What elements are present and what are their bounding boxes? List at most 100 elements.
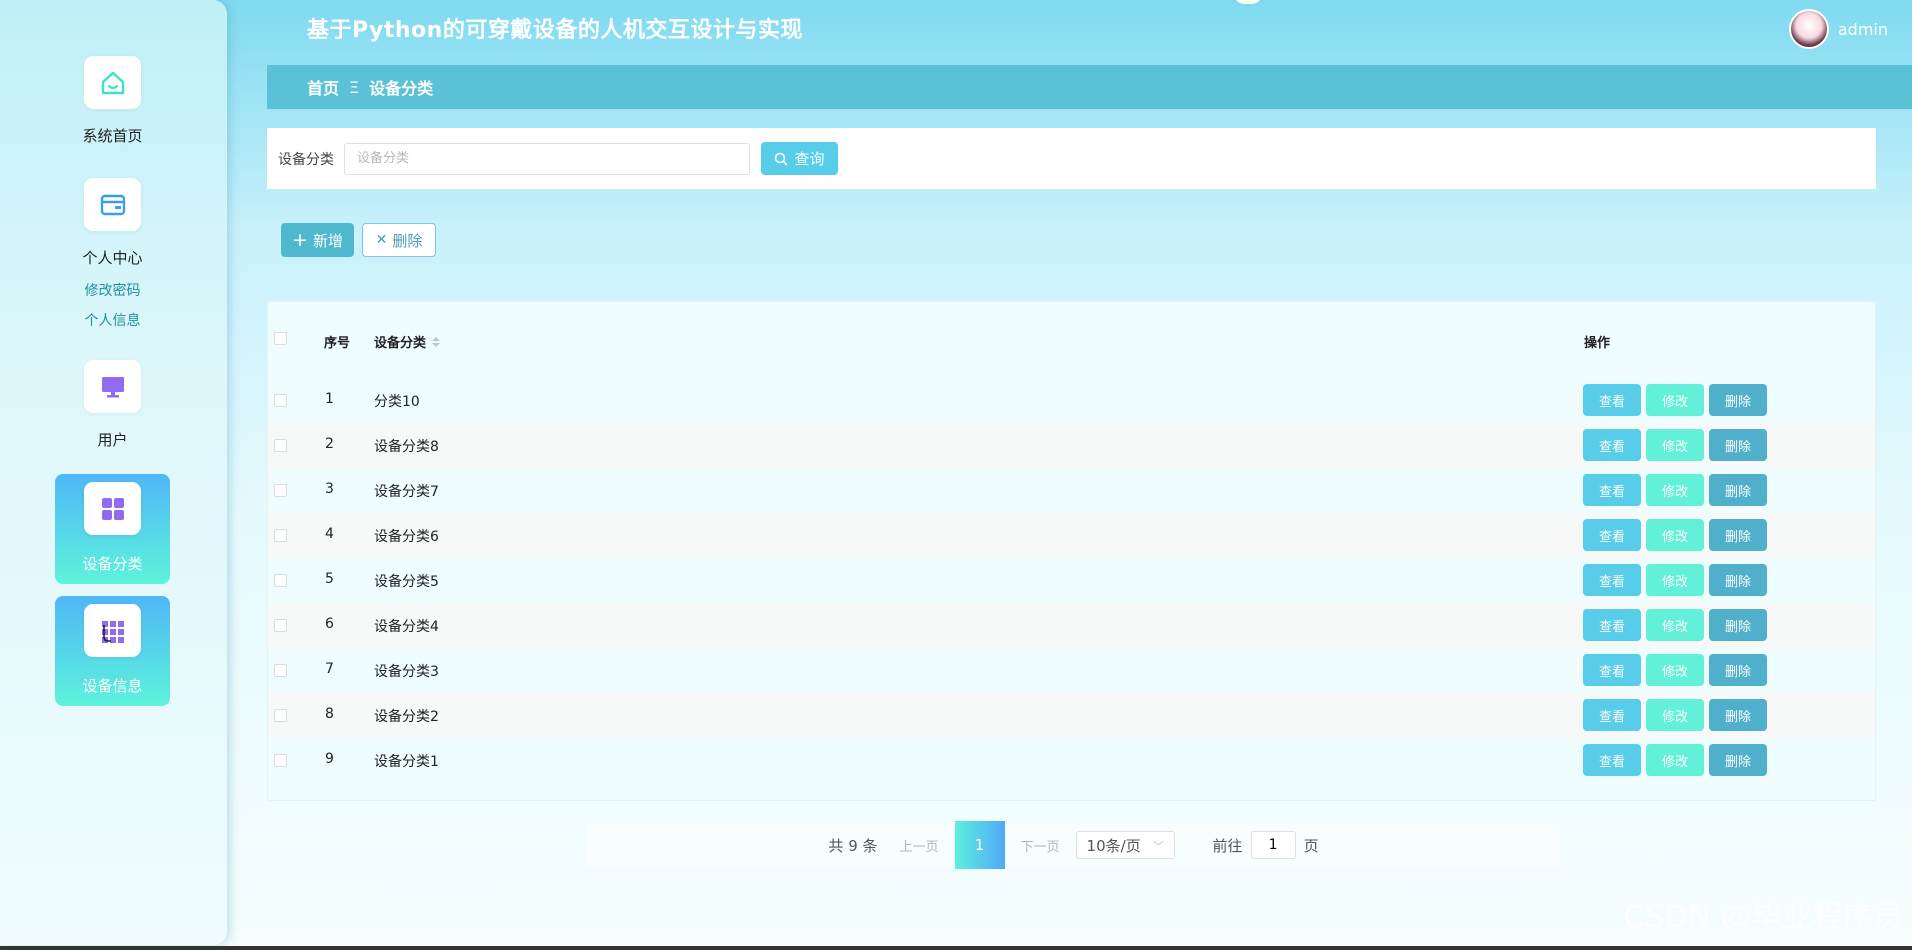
search-input[interactable] xyxy=(344,142,750,175)
edit-button[interactable]: 修改 xyxy=(1646,564,1704,596)
close-icon: ✕ xyxy=(375,232,388,248)
breadcrumb: 首页 Ξ 设备分类 xyxy=(267,65,1912,109)
home-icon xyxy=(84,56,141,109)
top-decoration xyxy=(1233,0,1263,4)
edit-button[interactable]: 修改 xyxy=(1646,384,1704,416)
row-checkbox[interactable] xyxy=(274,574,287,587)
sidebar-item-users[interactable]: 用户 xyxy=(55,360,170,450)
view-button[interactable]: 查看 xyxy=(1583,429,1641,461)
edit-button[interactable]: 修改 xyxy=(1646,744,1704,776)
page-size-select[interactable]: 10条/页 ﹀ xyxy=(1075,831,1175,859)
sidebar-item-profile[interactable]: 个人中心 修改密码 个人信息 xyxy=(55,178,170,336)
row-checkbox[interactable] xyxy=(274,394,287,407)
cell-category-name: 设备分类6 xyxy=(374,529,439,545)
delete-button[interactable]: 删除 xyxy=(1709,609,1767,641)
app-title: 基于Python的可穿戴设备的人机交互设计与实现 xyxy=(307,18,803,43)
monitor-icon xyxy=(84,360,141,413)
view-button[interactable]: 查看 xyxy=(1583,564,1641,596)
user-name[interactable]: admin xyxy=(1838,20,1888,39)
select-all-checkbox[interactable] xyxy=(274,332,287,345)
breadcrumb-separator-icon: Ξ xyxy=(349,77,360,97)
edit-button[interactable]: 修改 xyxy=(1646,519,1704,551)
delete-button[interactable]: 删除 xyxy=(1709,744,1767,776)
view-button[interactable]: 查看 xyxy=(1583,744,1641,776)
cell-index: 9 xyxy=(325,751,334,767)
sort-icon[interactable] xyxy=(432,336,441,347)
edit-button[interactable]: 修改 xyxy=(1646,609,1704,641)
avatar[interactable] xyxy=(1788,9,1829,49)
row-actions: 查看 修改 删除 xyxy=(1583,519,1767,551)
user-menu[interactable]: admin xyxy=(1788,9,1888,49)
goto-page-input[interactable] xyxy=(1250,831,1296,859)
search-icon xyxy=(775,152,788,165)
submenu-personal-info[interactable]: 个人信息 xyxy=(55,306,170,336)
sidebar: 系统首页 个人中心 修改密码 个人信息 用户 设备分类 设备信息 xyxy=(0,0,227,945)
pagination-current-page[interactable]: 1 xyxy=(954,821,1005,869)
row-checkbox[interactable] xyxy=(274,439,287,452)
sidebar-item-device-info[interactable]: 设备信息 xyxy=(55,596,170,706)
page-size-value: 10条/页 xyxy=(1086,836,1141,855)
row-actions: 查看 修改 删除 xyxy=(1583,474,1767,506)
delete-button[interactable]: 删除 xyxy=(1709,564,1767,596)
breadcrumb-home[interactable]: 首页 xyxy=(307,75,339,99)
grid-icon xyxy=(84,482,141,535)
submenu-change-password[interactable]: 修改密码 xyxy=(55,276,170,306)
pagination-next[interactable]: 下一页 xyxy=(1021,836,1060,855)
view-button[interactable]: 查看 xyxy=(1583,474,1641,506)
delete-button[interactable]: 删除 xyxy=(1709,474,1767,506)
row-checkbox[interactable] xyxy=(274,484,287,497)
view-button[interactable]: 查看 xyxy=(1583,654,1641,686)
view-button[interactable]: 查看 xyxy=(1583,384,1641,416)
table-row: 8 设备分类2 查看 修改 删除 xyxy=(268,693,1875,738)
cell-category-name: 设备分类2 xyxy=(374,709,439,725)
delete-button[interactable]: 删除 xyxy=(1709,654,1767,686)
table-row: 4 设备分类6 查看 修改 删除 xyxy=(268,513,1875,558)
add-button-label: 新增 xyxy=(312,231,343,250)
row-checkbox[interactable] xyxy=(274,529,287,542)
row-actions: 查看 修改 删除 xyxy=(1583,564,1767,596)
search-label: 设备分类 xyxy=(278,151,334,168)
row-checkbox[interactable] xyxy=(274,664,287,677)
pagination-total: 共 9 条 xyxy=(828,836,878,855)
edit-button[interactable]: 修改 xyxy=(1646,699,1704,731)
bottom-border xyxy=(0,946,1912,950)
cell-index: 8 xyxy=(325,706,334,722)
watermark: CSDN @毕业程序员 xyxy=(1623,900,1904,935)
row-checkbox[interactable] xyxy=(274,754,287,767)
search-button[interactable]: 查询 xyxy=(761,142,838,175)
add-button[interactable]: + 新增 xyxy=(281,223,354,257)
edit-button[interactable]: 修改 xyxy=(1646,474,1704,506)
batch-delete-button[interactable]: ✕ 删除 xyxy=(362,223,436,257)
view-button[interactable]: 查看 xyxy=(1583,519,1641,551)
table-row: 9 设备分类1 查看 修改 删除 xyxy=(268,738,1875,783)
view-button[interactable]: 查看 xyxy=(1583,699,1641,731)
search-button-label: 查询 xyxy=(794,150,825,168)
sidebar-item-device-category[interactable]: 设备分类 xyxy=(55,474,170,584)
cell-index: 4 xyxy=(325,526,334,542)
pagination-prev[interactable]: 上一页 xyxy=(900,836,939,855)
sidebar-item-home[interactable]: 系统首页 xyxy=(55,56,170,146)
row-checkbox[interactable] xyxy=(274,709,287,722)
delete-button[interactable]: 删除 xyxy=(1709,699,1767,731)
column-header-index: 序号 xyxy=(324,336,351,351)
sidebar-item-label: 系统首页 xyxy=(82,127,143,145)
edit-button[interactable]: 修改 xyxy=(1646,429,1704,461)
sidebar-item-label: 用户 xyxy=(97,431,128,449)
row-checkbox[interactable] xyxy=(274,619,287,632)
row-actions: 查看 修改 删除 xyxy=(1583,384,1767,416)
column-header-ops: 操作 xyxy=(1584,336,1611,351)
delete-button[interactable]: 删除 xyxy=(1709,429,1767,461)
column-header-category[interactable]: 设备分类 xyxy=(374,332,441,351)
cell-category-name: 设备分类7 xyxy=(374,484,439,500)
table-row: 7 设备分类3 查看 修改 删除 xyxy=(268,648,1875,693)
delete-button[interactable]: 删除 xyxy=(1709,384,1767,416)
edit-button[interactable]: 修改 xyxy=(1646,654,1704,686)
delete-button-label: 删除 xyxy=(392,231,423,250)
table-row: 1 分类10 查看 修改 删除 xyxy=(268,378,1875,423)
goto-prefix: 前往 xyxy=(1212,836,1243,855)
cell-index: 6 xyxy=(325,616,334,632)
row-actions: 查看 修改 删除 xyxy=(1583,699,1767,731)
view-button[interactable]: 查看 xyxy=(1583,609,1641,641)
row-actions: 查看 修改 删除 xyxy=(1583,609,1767,641)
delete-button[interactable]: 删除 xyxy=(1709,519,1767,551)
